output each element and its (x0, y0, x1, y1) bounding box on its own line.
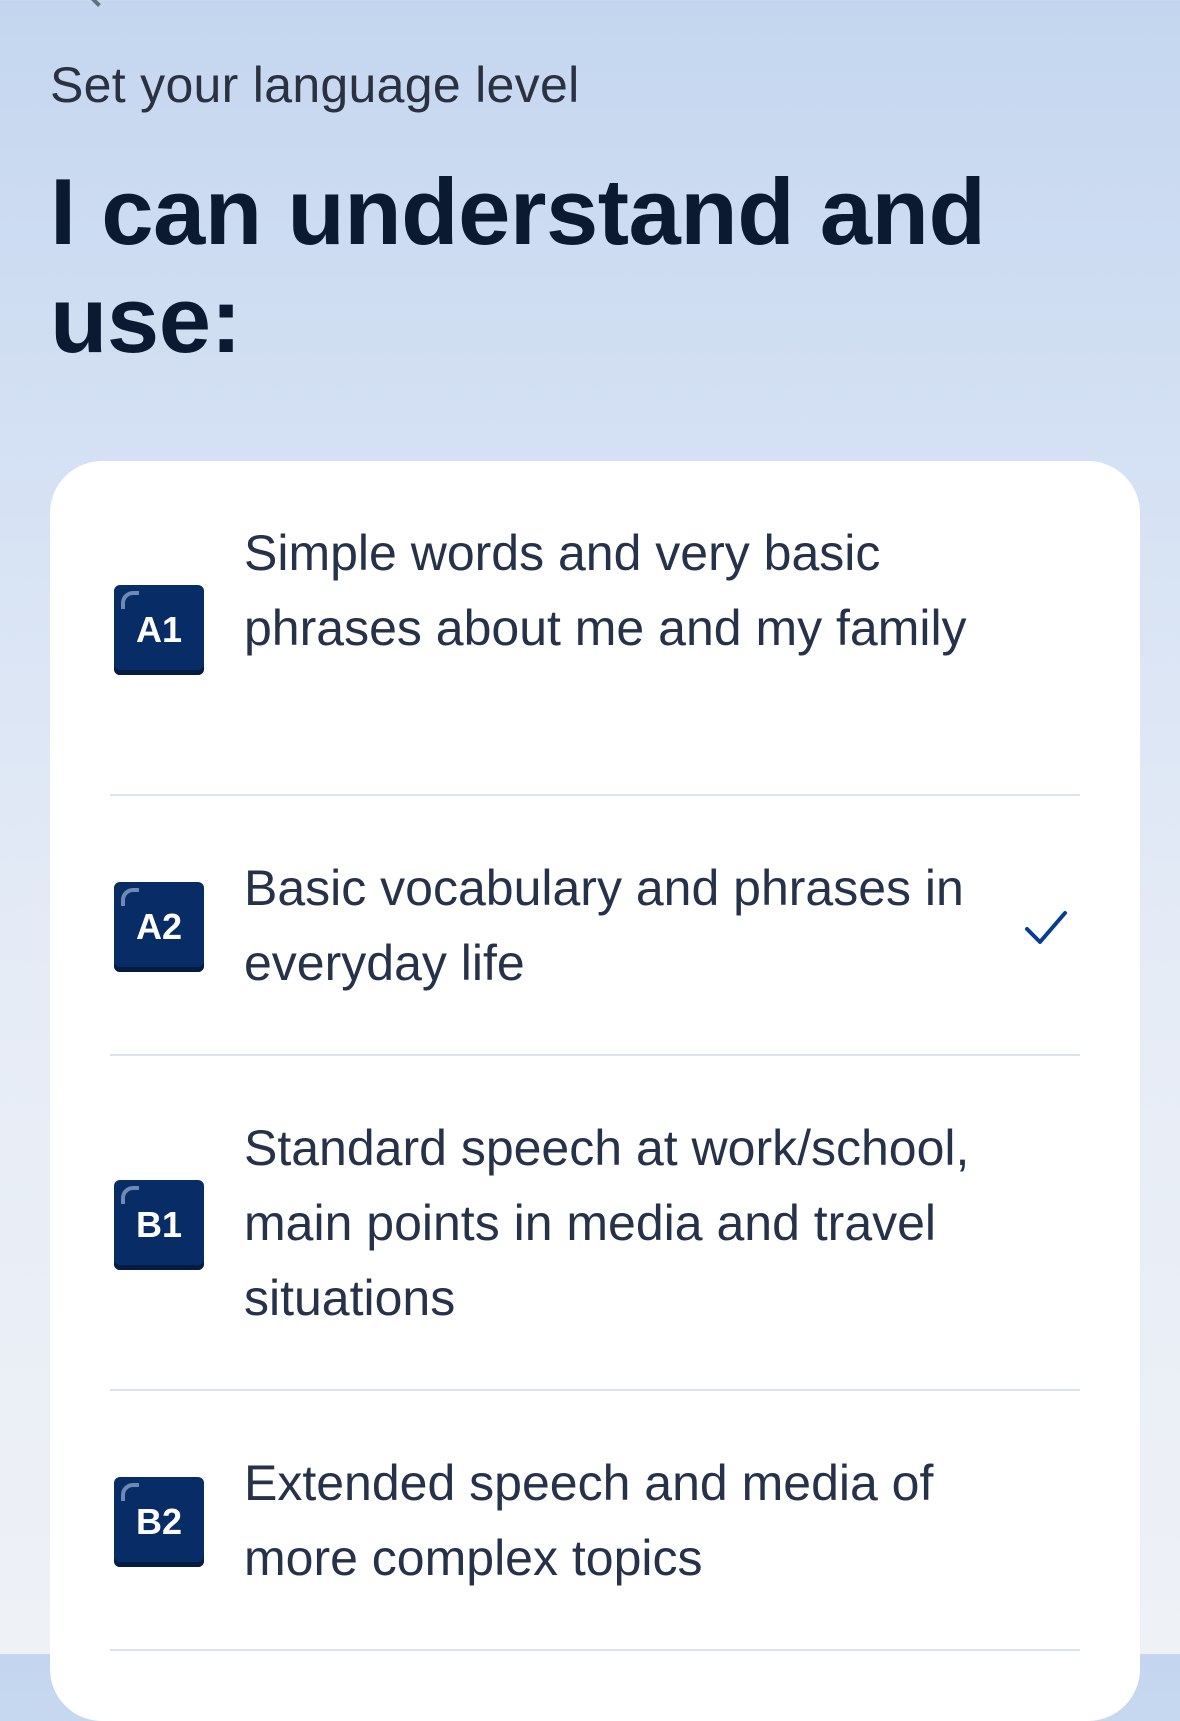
level-badge-b1: B1 (114, 1180, 204, 1270)
level-badge-a1: A1 (114, 585, 204, 675)
level-option-b1[interactable]: B1 Standard speech at work/school, main … (110, 1056, 1080, 1391)
level-option-a1[interactable]: A1 Simple words and very basic phrases a… (110, 461, 1080, 796)
back-chevron-icon[interactable] (81, 0, 115, 7)
level-options-card: A1 Simple words and very basic phrases a… (50, 461, 1140, 1721)
level-description-b1: Standard speech at work/school, main poi… (244, 1120, 970, 1326)
page-subtitle: Set your language level (50, 57, 580, 113)
level-badge-b2: B2 (114, 1477, 204, 1567)
level-description-a2: Basic vocabulary and phrases in everyday… (244, 860, 964, 991)
page-title: I can understand and use: (50, 159, 986, 372)
level-option-a2[interactable]: A2 Basic vocabulary and phrases in every… (110, 796, 1080, 1056)
level-option-b2[interactable]: B2 Extended speech and media of more com… (110, 1391, 1080, 1651)
level-description-b2: Extended speech and media of more comple… (244, 1455, 934, 1586)
level-description-a1: Simple words and very basic phrases abou… (244, 525, 967, 656)
level-badge-a2: A2 (114, 882, 204, 972)
check-icon (1025, 911, 1067, 944)
